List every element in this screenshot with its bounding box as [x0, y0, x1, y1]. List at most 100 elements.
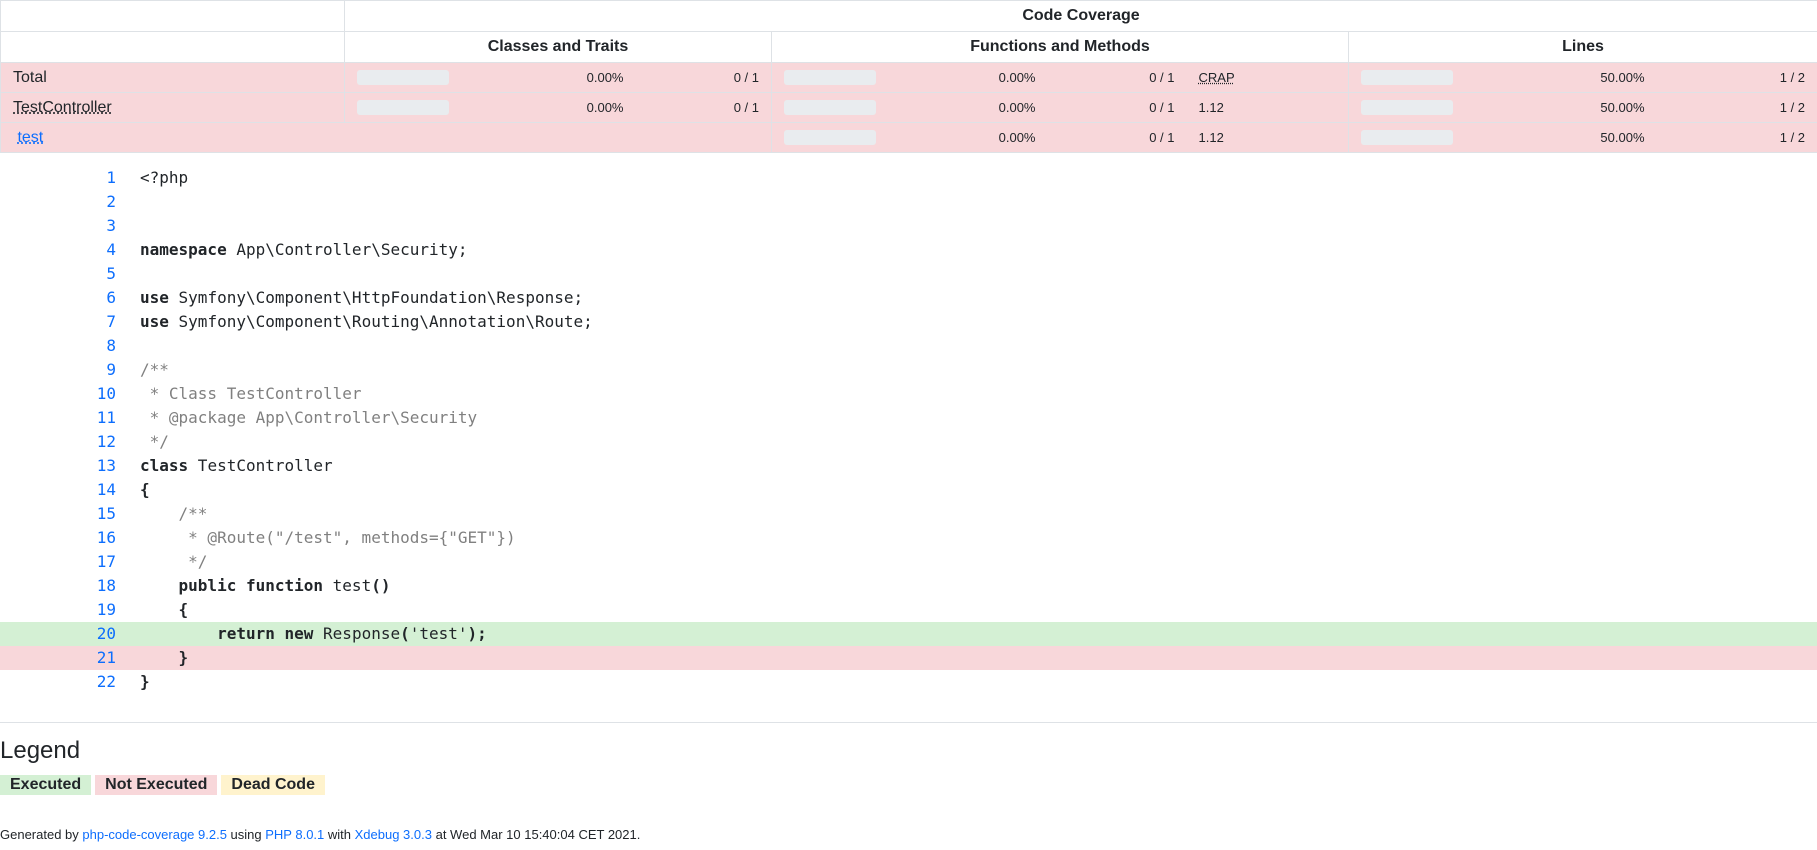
line-number[interactable]: 16	[0, 526, 140, 550]
crap-label: CRAP	[1198, 70, 1235, 85]
code-line: 18 public function test()	[0, 574, 1817, 598]
line-number[interactable]: 3	[0, 214, 140, 238]
line-source: * @package App\Controller\Security	[140, 406, 478, 430]
line-number[interactable]: 13	[0, 454, 140, 478]
line-number[interactable]: 1	[0, 166, 140, 190]
code-line: 20 return new Response('test');	[0, 622, 1817, 646]
line-number[interactable]: 6	[0, 286, 140, 310]
line-number[interactable]: 7	[0, 310, 140, 334]
functions-percent: 0.00%	[875, 62, 1048, 93]
code-line: 4 namespace App\Controller\Security;	[0, 238, 1817, 262]
code-token: use	[140, 312, 169, 331]
code-token: */	[140, 432, 169, 451]
line-number[interactable]: 4	[0, 238, 140, 262]
lines-progress-bar	[1348, 62, 1467, 93]
code-line: 13 class TestController	[0, 454, 1817, 478]
php-version-link[interactable]: PHP 8.0.1	[265, 827, 324, 842]
legend-title: Legend	[0, 737, 81, 764]
lines-ratio: 1 / 2	[1656, 62, 1817, 93]
legend-not-executed: Not Executed	[95, 775, 218, 795]
line-number[interactable]: 10	[0, 382, 140, 406]
code-token: use	[140, 288, 169, 307]
functions-ratio: 0 / 1	[1047, 62, 1187, 93]
code-token: return	[217, 624, 275, 643]
code-line: 2	[0, 190, 1817, 214]
line-number[interactable]: 19	[0, 598, 140, 622]
classes-percent: 0.00%	[450, 92, 636, 123]
code-line: 10 * Class TestController	[0, 382, 1817, 406]
method-link-test[interactable]: test	[17, 129, 43, 146]
line-source: class TestController	[140, 454, 333, 478]
line-number[interactable]: 18	[0, 574, 140, 598]
code-token: Symfony\Component\HttpFoundation\Respons…	[168, 288, 584, 307]
line-source: use Symfony\Component\HttpFoundation\Res…	[140, 286, 583, 310]
crap-value: 1.12	[1186, 122, 1349, 153]
line-number[interactable]: 20	[0, 622, 140, 646]
code-token: {	[140, 480, 150, 499]
code-line: 22}	[0, 670, 1817, 694]
code-token: }	[140, 648, 189, 667]
code-token: App\Controller\Security;	[226, 240, 468, 259]
line-number[interactable]: 9	[0, 358, 140, 382]
code-token: (	[400, 624, 410, 643]
line-number[interactable]: 21	[0, 646, 140, 670]
line-number[interactable]: 11	[0, 406, 140, 430]
line-number[interactable]: 5	[0, 262, 140, 286]
code-token: ()	[371, 576, 391, 595]
lines-progress-bar	[1348, 92, 1467, 123]
method-row: test 0.00% 0 / 1 1.12 50.00% 1 / 2	[0, 122, 1817, 153]
classes-progress-bar	[344, 62, 451, 93]
footer-timestamp: at Wed Mar 10 15:40:04 CET 2021.	[431, 827, 641, 842]
line-number[interactable]: 15	[0, 502, 140, 526]
lines-ratio: 1 / 2	[1656, 92, 1817, 123]
crap-value: 1.12	[1186, 92, 1349, 123]
legend: Executed Not Executed Dead Code	[0, 775, 1817, 795]
code-token: test	[323, 576, 372, 595]
code-token: <?php	[140, 168, 189, 187]
line-number[interactable]: 12	[0, 430, 140, 454]
header-empty	[0, 0, 345, 32]
classes-ratio: 0 / 1	[635, 62, 772, 93]
line-source: */	[140, 550, 207, 574]
code-token: new	[284, 624, 314, 643]
line-source: }	[140, 670, 150, 694]
functions-methods-header: Functions and Methods	[771, 31, 1349, 63]
code-token: * Class TestController	[140, 384, 362, 403]
code-line: 9/**	[0, 358, 1817, 382]
legend-dead-code: Dead Code	[221, 775, 325, 795]
functions-percent: 0.00%	[875, 92, 1048, 123]
code-line: 5	[0, 262, 1817, 286]
code-token: * @package App\Controller\Security	[140, 408, 478, 427]
lines-progress-bar	[1348, 122, 1467, 153]
class-name-label: TestController	[13, 98, 112, 116]
class-name: TestController	[0, 92, 345, 123]
code-token: );	[467, 624, 487, 643]
code-line: 11 * @package App\Controller\Security	[0, 406, 1817, 430]
line-source: use Symfony\Component\Routing\Annotation…	[140, 310, 593, 334]
lines-header: Lines	[1347, 31, 1817, 63]
line-source: {	[140, 598, 189, 622]
code-token: {	[140, 600, 189, 619]
line-source: /**	[140, 502, 208, 526]
php-code-coverage-link[interactable]: php-code-coverage 9.2.5	[82, 827, 227, 842]
footer-using: using	[226, 827, 266, 842]
line-source: */	[140, 430, 169, 454]
functions-progress-bar	[771, 92, 876, 123]
line-number[interactable]: 22	[0, 670, 140, 694]
functions-progress-bar	[771, 122, 876, 153]
line-number[interactable]: 17	[0, 550, 140, 574]
line-number[interactable]: 8	[0, 334, 140, 358]
line-number[interactable]: 14	[0, 478, 140, 502]
lines-percent: 50.00%	[1466, 62, 1657, 93]
code-token: 'test'	[409, 624, 468, 643]
line-number[interactable]: 2	[0, 190, 140, 214]
functions-ratio: 0 / 1	[1047, 122, 1187, 153]
code-line: 14{	[0, 478, 1817, 502]
coverage-table: Code Coverage Classes and Traits Functio…	[0, 0, 1817, 153]
row-name: Total	[0, 62, 345, 93]
crap-header: CRAP	[1186, 62, 1349, 93]
line-source: }	[140, 646, 189, 670]
xdebug-link[interactable]: Xdebug 3.0.3	[355, 827, 432, 842]
line-source: /**	[140, 358, 169, 382]
